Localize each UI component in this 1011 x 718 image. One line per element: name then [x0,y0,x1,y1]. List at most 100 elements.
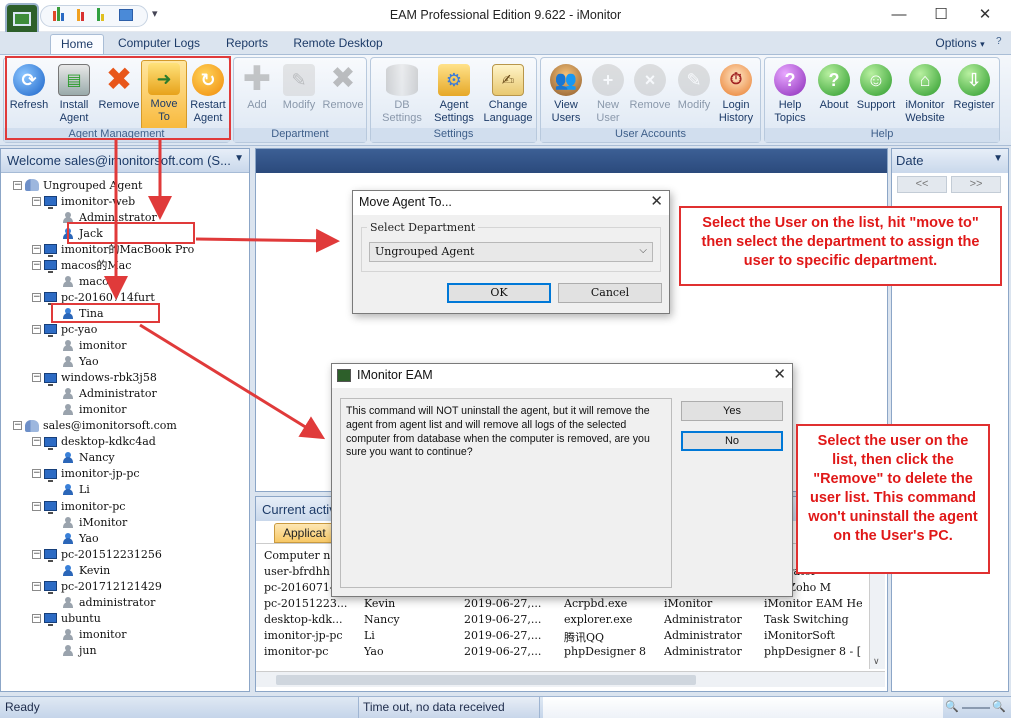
tree-item[interactable]: − pc-yao [32,321,97,338]
login-history-button[interactable]: ⏱ Login History [713,62,759,128]
tree-collapse-icon[interactable]: − [32,501,41,511]
tree-item[interactable]: − windows-rbk3j58 [32,370,157,386]
table-cell: iMonitor EAM Help [764,597,862,610]
no-button[interactable]: No [681,431,783,451]
tree-item[interactable]: − imonitor-jp-pc [32,466,140,482]
tree-collapse-icon[interactable]: − [32,324,41,334]
remove-department-button[interactable]: ✖ Remove [320,62,366,128]
help-small-icon[interactable]: ? [996,36,1002,47]
tree-item[interactable]: − imonitor-pc [32,498,125,514]
help-topics-button[interactable]: ? Help Topics [767,62,813,128]
tree-item[interactable]: Administrator [51,386,157,402]
tree-item[interactable]: macos [51,273,114,289]
tree-collapse-icon[interactable]: − [32,581,41,591]
tree-item[interactable]: − desktop-kdkc4ad [32,434,156,450]
department-select[interactable]: Ungrouped Agent ⌵ [369,242,653,262]
close-button[interactable]: ✕ [970,4,1000,26]
tree-collapse-icon[interactable]: − [32,196,41,206]
table-cell: Acrpbd.exe [564,597,628,610]
table-row[interactable]: imonitor-pc Yao 2019-06-27,... phpDesigner … [264,644,870,660]
table-cell: 2019-06-27,... [464,597,542,610]
tree-item[interactable]: − macos的Mac [32,257,131,274]
tab-remote-desktop[interactable]: Remote Desktop [288,34,388,54]
cancel-button[interactable]: Cancel [558,283,662,303]
tree-item[interactable]: imonitor [51,626,126,642]
tree-collapse-icon[interactable]: − [32,469,41,479]
close-icon[interactable]: ✕ [773,365,786,383]
tree-collapse-icon[interactable]: − [13,180,22,190]
tree-item[interactable]: Yao [51,530,99,546]
previous-date-button[interactable]: << [897,176,947,193]
table-row[interactable]: pc-20151223... Kevin 2019-06-27,... Acrpbd.… [264,596,870,612]
tree-collapse-icon[interactable]: − [32,437,41,447]
tree-item[interactable]: − Ungrouped Agent [13,177,142,193]
imonitor-website-button[interactable]: ⌂ iMonitor Website [899,62,951,128]
tree-item[interactable]: Kevin [51,562,110,578]
view-users-button[interactable]: 👥 View Users [543,62,589,128]
options-menu[interactable]: Options ▾ [930,34,990,54]
agent-tree-header[interactable]: Welcome sales@imonitorsoft.com (S... ▼ [1,149,249,173]
tree-item[interactable]: imonitor [51,402,126,418]
group-label-help: Help [765,128,999,142]
register-button[interactable]: ⇩ Register [951,62,997,128]
tree-item[interactable]: Li [51,482,90,498]
change-language-button[interactable]: ✍ Change Language [481,62,535,128]
tree-item[interactable]: − ubuntu [32,610,101,627]
tree-item[interactable]: − pc-201712121429 [32,578,162,595]
ok-button[interactable]: OK [447,283,551,303]
about-button[interactable]: ? About [811,62,857,128]
minimize-button[interactable]: — [884,4,914,26]
agent-settings-button[interactable]: ⚙ Agent Settings [429,62,479,128]
chevron-down-icon[interactable]: ▼ [993,153,1003,164]
yes-button[interactable]: Yes [681,401,783,421]
computer-icon [44,372,57,386]
tree-collapse-icon[interactable]: − [32,373,41,383]
next-date-button[interactable]: >> [951,176,1001,193]
tree-collapse-icon[interactable]: − [32,613,41,623]
tab-computer-logs[interactable]: Computer Logs [112,34,206,54]
move-dialog-title: Move Agent To... [353,191,669,215]
support-button[interactable]: ☺ Support [853,62,899,128]
zoom-in-icon[interactable]: 🔍 [992,700,1006,713]
tree-item[interactable]: administrator [51,594,155,610]
group-user-accounts: 👥 View Users + New User × Remove ✎ Modif… [540,57,761,143]
callout-remove-instructions: Select the user on the list, then click … [796,424,990,574]
tree-collapse-icon[interactable]: − [13,421,22,431]
table-row[interactable]: desktop-kdk... Nancy 2019-06-27,... explore… [264,612,870,628]
add-department-button[interactable]: ✚ Add [234,62,280,128]
tree-item[interactable]: − imonitor-web [32,193,135,210]
modify-department-button[interactable]: ✎ Modify [276,62,322,128]
tree-item[interactable]: iMonitor [51,514,127,530]
table-row[interactable]: imonitor-jp-pc Li 2019-06-27,... 腾讯QQ Admini… [264,628,870,644]
tree-collapse-icon[interactable]: − [32,549,41,559]
modify-user-button[interactable]: ✎ Modify [671,62,717,128]
maximize-button[interactable]: ☐ [926,4,956,26]
computer-icon [44,196,57,210]
new-user-button[interactable]: + New User [585,62,631,128]
db-settings-button[interactable]: DB Settings [377,62,427,128]
tree-collapse-icon[interactable]: − [32,260,41,270]
horizontal-scrollbar[interactable] [256,671,885,687]
tree-item[interactable]: − sales@imonitorsoft.com [13,418,177,434]
computer-icon [44,613,57,627]
zoom-out-icon[interactable]: 🔍 [945,700,959,713]
zoom-slider[interactable] [962,707,990,709]
tree-collapse-icon[interactable]: − [32,244,41,254]
tree-item[interactable]: imonitor [51,338,126,354]
table-cell: 腾讯QQ [564,631,605,644]
tab-home[interactable]: Home [50,34,104,54]
tree-item[interactable]: jun [51,642,97,658]
tree-item[interactable]: Yao [51,354,99,370]
tree-collapse-icon[interactable]: − [32,292,41,302]
close-icon[interactable]: ✕ [650,192,663,210]
computer-icon [44,436,57,450]
tab-reports[interactable]: Reports [218,34,276,54]
user-offline-icon [63,340,73,351]
tree-item-label: imonitor-pc [61,499,126,513]
chevron-down-icon[interactable]: ▼ [234,153,244,164]
table-cell: explorer.exe [564,613,633,626]
tree-item[interactable]: Nancy [51,450,115,466]
tree-item[interactable]: − pc-201512231256 [32,546,162,563]
remove-user-button[interactable]: × Remove [627,62,673,128]
view-users-label-2: Users [551,112,581,124]
